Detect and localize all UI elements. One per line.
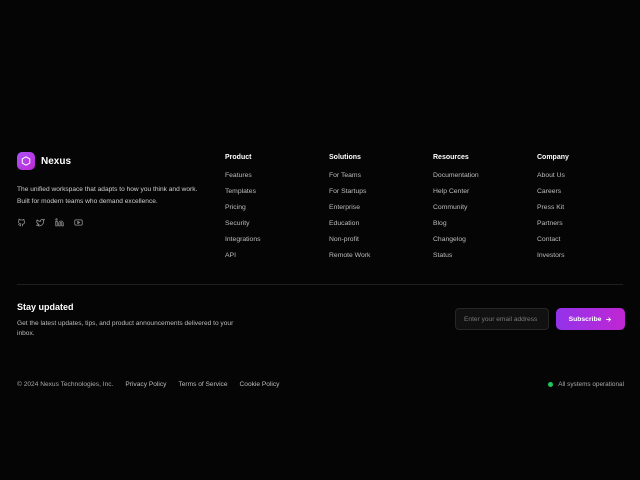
- footer-bottom-bar: © 2024 Nexus Technologies, Inc. Privacy …: [17, 379, 279, 389]
- footer-link[interactable]: Enterprise: [329, 203, 419, 219]
- footer-link[interactable]: Templates: [225, 187, 315, 203]
- footer-link[interactable]: Changelog: [433, 235, 523, 251]
- privacy-policy-link[interactable]: Privacy Policy: [125, 381, 166, 388]
- hexagon-icon: [17, 152, 35, 170]
- footer-divider: [17, 284, 623, 285]
- footer-link[interactable]: Remote Work: [329, 251, 419, 267]
- footer-link[interactable]: Partners: [537, 219, 627, 235]
- subscribe-label: Subscribe: [568, 315, 602, 323]
- column-title: Solutions: [329, 154, 361, 161]
- status-text: All systems operational: [558, 380, 624, 388]
- newsletter-email-input[interactable]: [455, 308, 549, 330]
- brand-block: Nexus The unified workspace that adapts …: [17, 151, 207, 227]
- brand-logo-row[interactable]: Nexus: [17, 151, 207, 171]
- youtube-icon[interactable]: [74, 218, 83, 227]
- github-icon[interactable]: [17, 218, 26, 227]
- column-title: Company: [537, 154, 569, 161]
- footer-column-product: Product Features Templates Pricing Secur…: [225, 153, 315, 267]
- twitter-icon[interactable]: [36, 218, 45, 227]
- footer-link[interactable]: Pricing: [225, 203, 315, 219]
- footer-link[interactable]: Integrations: [225, 235, 315, 251]
- footer-column-resources: Resources Documentation Help Center Comm…: [433, 153, 523, 267]
- copyright-text: © 2024 Nexus Technologies, Inc.: [17, 380, 114, 388]
- cookie-policy-link[interactable]: Cookie Policy: [240, 381, 280, 388]
- footer-link[interactable]: Education: [329, 219, 419, 235]
- newsletter-title: Stay updated: [17, 302, 74, 312]
- footer-link[interactable]: Help Center: [433, 187, 523, 203]
- newsletter-description: Get the latest updates, tips, and produc…: [17, 320, 234, 337]
- footer-link[interactable]: Contact: [537, 235, 627, 251]
- column-title: Resources: [433, 154, 469, 161]
- brand-description: The unified workspace that adapts to how…: [17, 186, 198, 205]
- footer-link[interactable]: Documentation: [433, 171, 523, 187]
- footer-column-company: Company About Us Careers Press Kit Partn…: [537, 153, 627, 267]
- footer-link[interactable]: Blog: [433, 219, 523, 235]
- system-status[interactable]: All systems operational: [548, 379, 624, 389]
- footer-link[interactable]: Security: [225, 219, 315, 235]
- footer-link[interactable]: Non-profit: [329, 235, 419, 251]
- footer-link[interactable]: About Us: [537, 171, 627, 187]
- footer-link[interactable]: Community: [433, 203, 523, 219]
- brand-name: Nexus: [41, 155, 72, 167]
- footer-link[interactable]: For Startups: [329, 187, 419, 203]
- subscribe-button[interactable]: Subscribe: [556, 308, 625, 330]
- footer-link[interactable]: API: [225, 251, 315, 267]
- footer-link[interactable]: Press Kit: [537, 203, 627, 219]
- footer-link[interactable]: For Teams: [329, 171, 419, 187]
- social-links: [17, 218, 207, 227]
- footer-column-solutions: Solutions For Teams For Startups Enterpr…: [329, 153, 419, 267]
- arrow-right-icon: [606, 316, 612, 322]
- status-dot-icon: [548, 381, 554, 387]
- footer-link[interactable]: Features: [225, 171, 315, 187]
- footer-link[interactable]: Status: [433, 251, 523, 267]
- footer-link[interactable]: Investors: [537, 251, 627, 267]
- column-title: Product: [225, 154, 252, 161]
- linkedin-icon[interactable]: [55, 218, 64, 227]
- site-footer: Nexus The unified workspace that adapts …: [0, 0, 640, 480]
- footer-link[interactable]: Careers: [537, 187, 627, 203]
- terms-of-service-link[interactable]: Terms of Service: [178, 381, 227, 388]
